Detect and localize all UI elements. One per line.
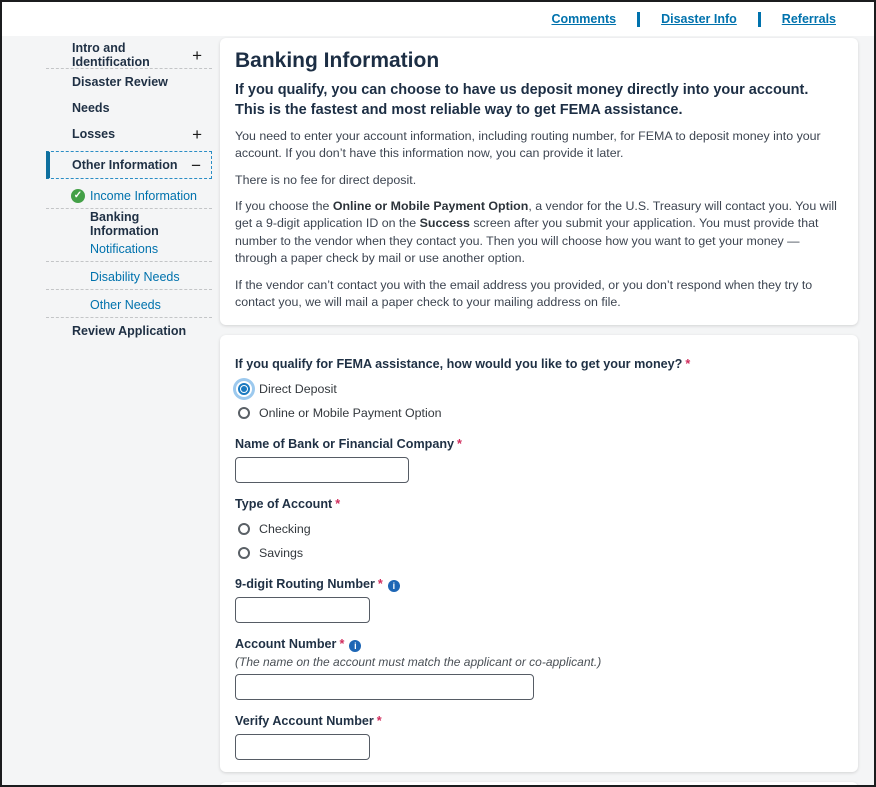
link-separator xyxy=(758,12,761,27)
disaster-info-link[interactable]: Disaster Info xyxy=(661,12,737,26)
sidebar-item-label: Intro and Identification xyxy=(72,41,192,69)
radio-unselected-icon xyxy=(238,407,250,419)
sidebar-item-label: Review Application xyxy=(72,324,186,338)
sidebar-subitem-banking-information[interactable]: Banking Information xyxy=(46,211,212,236)
radio-unselected-icon xyxy=(238,523,250,535)
sidebar-item-intro-and-identification[interactable]: Intro and Identification + xyxy=(46,42,212,68)
sidebar-subitem-label: Banking Information xyxy=(90,210,202,238)
radio-unselected-icon xyxy=(238,547,250,559)
sidebar-item-label: Needs xyxy=(72,101,110,115)
referrals-link[interactable]: Referrals xyxy=(782,12,836,26)
actions-card: Back Next xyxy=(220,782,858,787)
paragraph-vendor: If you choose the Online or Mobile Payme… xyxy=(235,198,842,267)
app-window: Comments Disaster Info Referrals Intro a… xyxy=(0,0,876,787)
expand-plus-icon: + xyxy=(192,47,202,64)
account-number-input[interactable] xyxy=(235,674,534,700)
info-icon[interactable] xyxy=(349,640,361,652)
radio-option-direct-deposit[interactable]: Direct Deposit xyxy=(235,378,842,399)
page-title: Banking Information xyxy=(235,49,842,73)
page-body: Intro and Identification + Disaster Revi… xyxy=(2,36,874,787)
collapse-minus-icon: − xyxy=(191,157,201,174)
sidebar-subitem-label: Notifications xyxy=(90,242,158,256)
paragraph-account-info: You need to enter your account informati… xyxy=(235,128,842,163)
required-asterisk: * xyxy=(685,357,690,371)
sidebar-subitem-other-needs[interactable]: Other Needs xyxy=(46,292,212,317)
sidebar-subitem-income-information[interactable]: Income Information xyxy=(46,183,212,208)
sidebar-item-needs[interactable]: Needs xyxy=(46,95,212,121)
sidebar-subitem-notifications[interactable]: Notifications xyxy=(46,236,212,261)
required-asterisk: * xyxy=(378,577,383,591)
account-number-note: (The name on the account must match the … xyxy=(235,655,842,669)
paragraph-no-fee: There is no fee for direct deposit. xyxy=(235,172,842,189)
sidebar-item-losses[interactable]: Losses + xyxy=(46,121,212,147)
link-separator xyxy=(637,12,640,27)
sidebar-item-other-information[interactable]: Other Information − xyxy=(46,151,212,179)
bank-name-label: Name of Bank or Financial Company* xyxy=(235,437,842,452)
radio-option-online-or-mobile-payment[interactable]: Online or Mobile Payment Option xyxy=(235,402,842,423)
top-nav: Comments Disaster Info Referrals xyxy=(2,2,874,36)
sidebar-item-label: Disaster Review xyxy=(72,75,168,89)
banking-form-card: If you qualify for FEMA assistance, how … xyxy=(220,335,858,772)
sidebar-item-disaster-review[interactable]: Disaster Review xyxy=(46,69,212,95)
comments-link[interactable]: Comments xyxy=(551,12,616,26)
sidebar-subitem-label: Income Information xyxy=(90,189,197,203)
required-asterisk: * xyxy=(457,437,462,451)
verify-account-number-label: Verify Account Number* xyxy=(235,714,842,729)
account-number-label: Account Number* xyxy=(235,637,842,652)
payment-method-question: If you qualify for FEMA assistance, how … xyxy=(235,357,842,372)
expand-plus-icon: + xyxy=(192,126,202,143)
radio-option-savings[interactable]: Savings xyxy=(235,542,842,563)
routing-number-label: 9-digit Routing Number* xyxy=(235,577,842,592)
account-type-label: Type of Account* xyxy=(235,497,842,512)
radio-option-checking[interactable]: Checking xyxy=(235,518,842,539)
main-content: Banking Information If you qualify, you … xyxy=(220,38,858,787)
sidebar-nav: Intro and Identification + Disaster Revi… xyxy=(46,38,212,787)
paragraph-paper-check: If the vendor can’t contact you with the… xyxy=(235,277,842,312)
required-asterisk: * xyxy=(339,637,344,651)
verify-account-number-input[interactable] xyxy=(235,734,370,760)
sidebar-subitem-label: Disability Needs xyxy=(90,270,180,284)
sidebar-item-label: Other Information xyxy=(72,158,178,172)
required-asterisk: * xyxy=(335,497,340,511)
check-icon xyxy=(71,189,85,203)
sidebar-item-review-application[interactable]: Review Application xyxy=(46,318,212,344)
bank-name-input[interactable] xyxy=(235,457,409,483)
intro-card: Banking Information If you qualify, you … xyxy=(220,38,858,325)
sidebar-subitem-label: Other Needs xyxy=(90,298,161,312)
lead-paragraph: If you qualify, you can choose to have u… xyxy=(235,80,842,120)
radio-selected-icon xyxy=(238,383,250,395)
sidebar-subitem-disability-needs[interactable]: Disability Needs xyxy=(46,264,212,289)
routing-number-input[interactable] xyxy=(235,597,370,623)
sidebar-item-label: Losses xyxy=(72,127,115,141)
info-icon[interactable] xyxy=(388,580,400,592)
required-asterisk: * xyxy=(377,714,382,728)
